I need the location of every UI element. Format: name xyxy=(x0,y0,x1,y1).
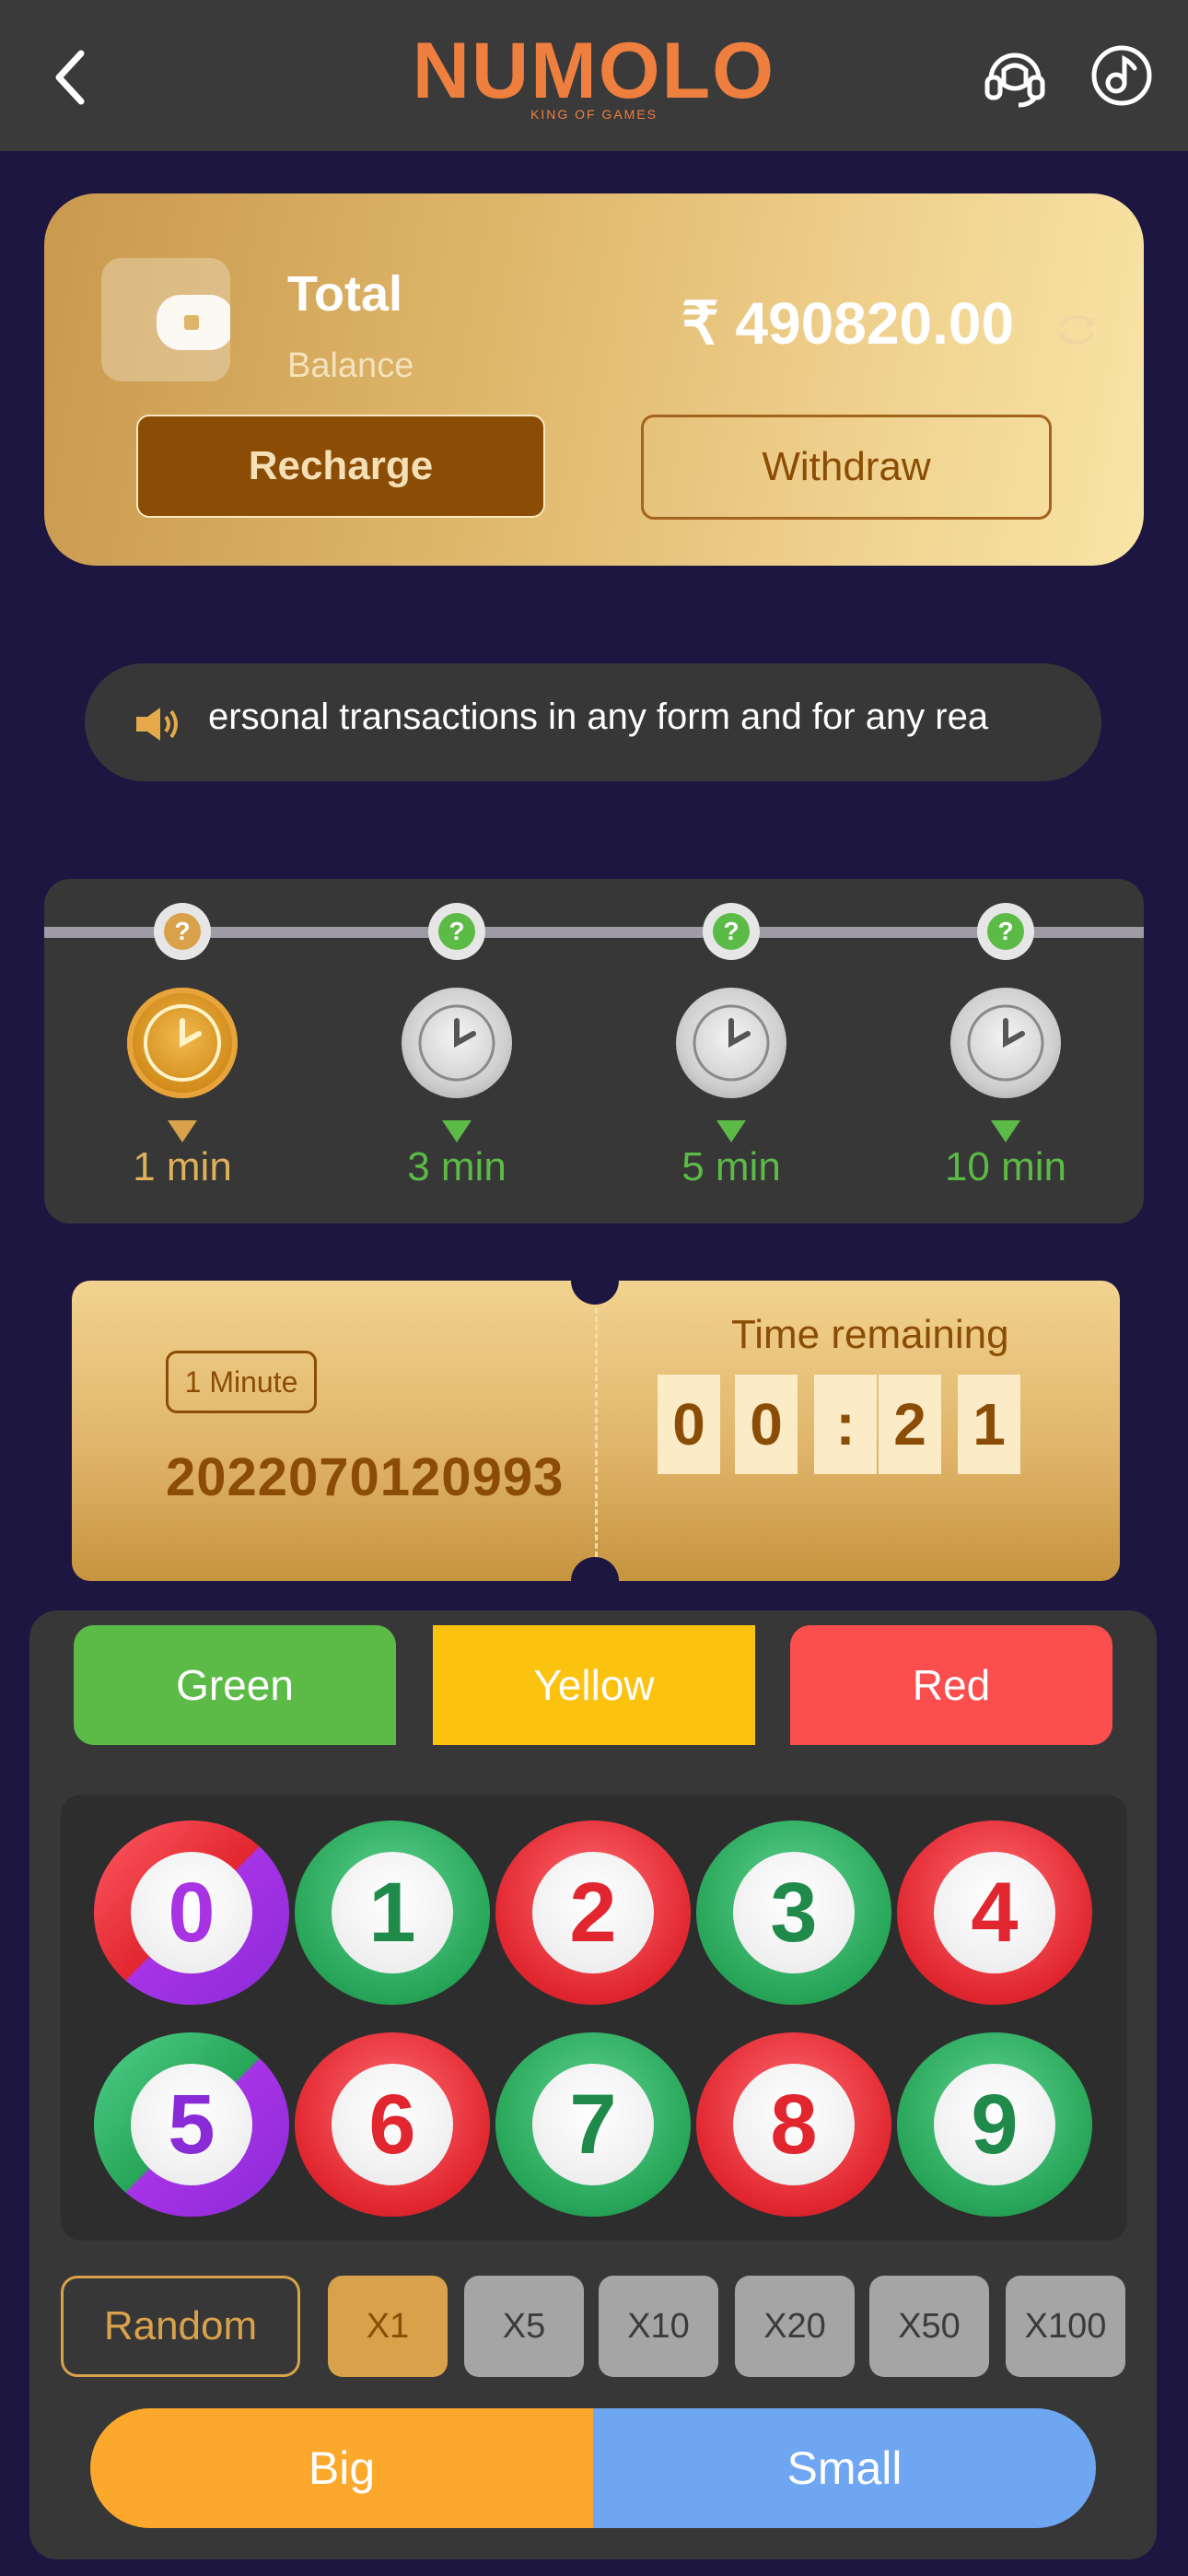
ball-number: 7 xyxy=(532,2064,654,2185)
timer-label: 1 min xyxy=(133,1144,232,1189)
timer-label: 5 min xyxy=(681,1144,781,1189)
help-icon[interactable]: ? xyxy=(703,903,760,960)
countdown-digit: 2 xyxy=(879,1375,941,1474)
number-ball-3[interactable]: 3 xyxy=(696,1821,891,2005)
music-note-icon[interactable] xyxy=(1089,42,1155,109)
countdown-digit: 0 xyxy=(735,1375,798,1474)
number-ball-4[interactable]: 4 xyxy=(897,1821,1092,2005)
selected-indicator xyxy=(168,1120,197,1142)
countdown-separator: : xyxy=(814,1375,877,1474)
refresh-icon[interactable] xyxy=(1055,311,1098,348)
help-icon[interactable]: ? xyxy=(977,903,1034,960)
number-ball-5[interactable]: 5 xyxy=(94,2032,289,2217)
number-ball-8[interactable]: 8 xyxy=(696,2032,891,2217)
selector-indicator xyxy=(442,1120,472,1142)
number-ball-2[interactable]: 2 xyxy=(495,1821,691,2005)
ball-number: 4 xyxy=(934,1852,1055,1973)
ball-number: 3 xyxy=(733,1852,855,1973)
ticket-divider xyxy=(595,1308,598,1557)
multiplier-x20[interactable]: X20 xyxy=(735,2276,855,2377)
withdraw-button[interactable]: Withdraw xyxy=(641,415,1052,520)
multiplier-x50[interactable]: X50 xyxy=(869,2276,989,2377)
green-bet-button[interactable]: Green xyxy=(74,1625,396,1745)
red-bet-button[interactable]: Red xyxy=(790,1625,1112,1745)
timer-option-10-min[interactable]: ? 10 min xyxy=(895,903,1116,1198)
ball-number: 6 xyxy=(332,2064,453,2185)
number-ball-7[interactable]: 7 xyxy=(495,2032,691,2217)
ball-number: 9 xyxy=(934,2064,1055,2185)
help-icon[interactable]: ? xyxy=(154,903,211,960)
clock-icon xyxy=(127,988,238,1098)
small-bet-button[interactable]: Small xyxy=(593,2408,1096,2528)
notice-text: ersonal transactions in any form and for… xyxy=(208,697,989,737)
selector-indicator xyxy=(716,1120,746,1142)
time-remaining-label: Time remaining xyxy=(731,1312,1009,1357)
ball-number: 1 xyxy=(332,1852,453,1973)
balance-amount: ₹ 490820.00 xyxy=(681,290,1015,357)
headset-icon[interactable] xyxy=(982,42,1048,109)
big-bet-button[interactable]: Big xyxy=(90,2408,593,2528)
random-button[interactable]: Random xyxy=(61,2276,300,2377)
ticket-notch-top xyxy=(571,1257,619,1305)
yellow-bet-button[interactable]: Yellow xyxy=(433,1625,755,1745)
number-ball-9[interactable]: 9 xyxy=(897,2032,1092,2217)
recharge-button[interactable]: Recharge xyxy=(136,415,545,518)
logo-tagline: KING OF GAMES xyxy=(530,107,658,122)
balance-subtitle: Balance xyxy=(287,346,414,385)
countdown-digit: 0 xyxy=(658,1375,720,1474)
multiplier-x1[interactable]: X1 xyxy=(328,2276,448,2377)
clock-icon xyxy=(676,988,786,1098)
multiplier-x100[interactable]: X100 xyxy=(1006,2276,1125,2377)
round-mode-badge: 1 Minute xyxy=(166,1351,317,1413)
timer-label: 3 min xyxy=(407,1144,507,1189)
speaker-icon xyxy=(134,704,181,744)
ball-number: 2 xyxy=(532,1852,654,1973)
multiplier-x10[interactable]: X10 xyxy=(599,2276,718,2377)
countdown-digit: 1 xyxy=(958,1375,1020,1474)
period-number: 2022070120993 xyxy=(166,1447,565,1507)
number-ball-6[interactable]: 6 xyxy=(295,2032,490,2217)
timer-label: 10 min xyxy=(944,1144,1067,1189)
balance-title: Total xyxy=(287,266,402,322)
timer-option-5-min[interactable]: ? 5 min xyxy=(621,903,842,1198)
help-icon[interactable]: ? xyxy=(428,903,485,960)
timer-option-3-min[interactable]: ? 3 min xyxy=(346,903,567,1198)
multiplier-x5[interactable]: X5 xyxy=(464,2276,584,2377)
ticket-notch-bottom xyxy=(571,1557,619,1605)
clock-icon xyxy=(402,988,512,1098)
number-ball-1[interactable]: 1 xyxy=(295,1821,490,2005)
timer-option-1-min[interactable]: ? 1 min xyxy=(72,903,293,1198)
selector-indicator xyxy=(991,1120,1020,1142)
clock-icon xyxy=(950,988,1061,1098)
ball-number: 8 xyxy=(733,2064,855,2185)
number-ball-0[interactable]: 0 xyxy=(94,1821,289,2005)
ball-number: 5 xyxy=(131,2064,252,2185)
wallet-icon xyxy=(101,258,234,381)
ball-number: 0 xyxy=(131,1852,252,1973)
